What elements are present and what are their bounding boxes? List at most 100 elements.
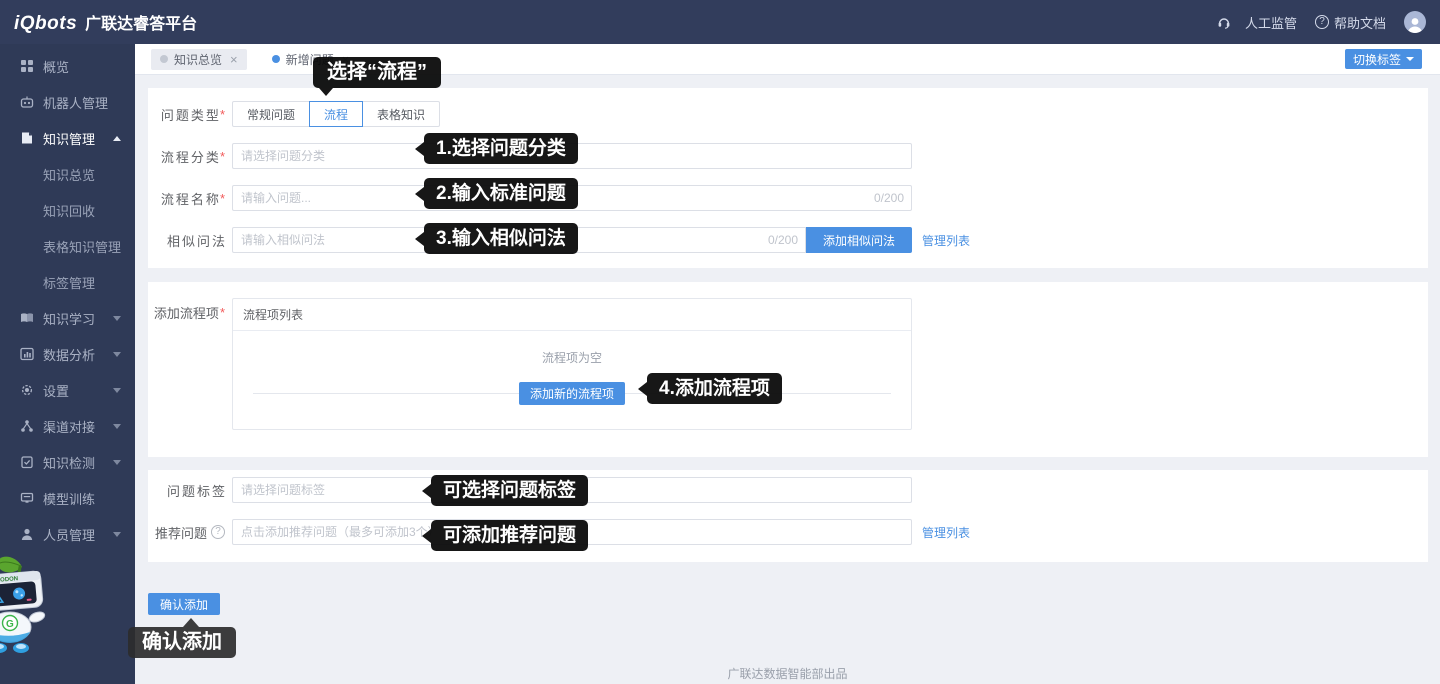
arrow-left-icon bbox=[422, 484, 431, 498]
sidebar-subitem-knowledge-overview[interactable]: 知识总览 bbox=[0, 156, 135, 192]
footer-credit: 广联达数据智能部出品 bbox=[135, 665, 1440, 682]
add-similar-question-button[interactable]: 添加相似问法 bbox=[806, 227, 912, 253]
process-list-title: 流程项列表 bbox=[233, 299, 911, 331]
sidebar-subitem-knowledge-recycle[interactable]: 知识回收 bbox=[0, 192, 135, 228]
tab-label: 知识总览 bbox=[174, 51, 222, 68]
help-docs-label: 帮助文档 bbox=[1334, 13, 1386, 32]
process-items-box: 流程项列表 流程项为空 添加新的流程项 bbox=[232, 298, 912, 430]
gear-icon bbox=[20, 383, 34, 397]
question-type-row: 问题类型* 常规问题 流程 表格知识 bbox=[148, 101, 1428, 127]
question-tags-row: 问题标签 bbox=[148, 477, 1428, 503]
help-docs-button[interactable]: 帮助文档 bbox=[1315, 13, 1386, 32]
headset-icon bbox=[1217, 15, 1231, 29]
sidebar-item-personnel-management[interactable]: 人员管理 bbox=[0, 516, 135, 552]
arrow-left-icon bbox=[422, 529, 431, 543]
question-circle-icon bbox=[1315, 15, 1329, 29]
recommend-question-row: 推荐问题 管理列表 bbox=[148, 519, 1428, 545]
annotation-step1: 1.选择问题分类 bbox=[424, 133, 578, 164]
option-process[interactable]: 流程 bbox=[309, 101, 363, 127]
similar-question-row: 相似问法 0/200 添加相似问法 管理列表 bbox=[148, 227, 1428, 253]
chevron-down-icon bbox=[113, 424, 121, 429]
add-process-item-button[interactable]: 添加新的流程项 bbox=[519, 382, 625, 405]
manage-recommend-list-link[interactable]: 管理列表 bbox=[922, 524, 970, 541]
process-name-label: 流程名称* bbox=[148, 189, 225, 208]
app-logo: iQbots 广联达睿答平台 bbox=[14, 10, 197, 35]
char-counter: 0/200 bbox=[874, 185, 904, 211]
tab-status-dot bbox=[160, 55, 168, 63]
chart-icon bbox=[20, 347, 34, 361]
annotation-tags: 可选择问题标签 bbox=[431, 475, 588, 506]
annotation-recommend: 可添加推荐问题 bbox=[431, 520, 588, 551]
tab-status-dot bbox=[272, 55, 280, 63]
sidebar-item-knowledge-detection[interactable]: 知识检测 bbox=[0, 444, 135, 480]
sidebar-item-data-analysis[interactable]: 数据分析 bbox=[0, 336, 135, 372]
sidebar-subitem-label: 表格知识管理 bbox=[43, 237, 121, 256]
sidebar-item-label: 设置 bbox=[43, 381, 69, 400]
sidebar-subitem-label: 标签管理 bbox=[43, 273, 95, 292]
robot-icon bbox=[20, 95, 34, 109]
sidebar-subitem-label: 知识总览 bbox=[43, 165, 95, 184]
sidebar-item-knowledge-management[interactable]: 知识管理 bbox=[0, 120, 135, 156]
recommend-question-label: 推荐问题 bbox=[148, 523, 225, 542]
sidebar-item-label: 人员管理 bbox=[43, 525, 95, 544]
sidebar-item-channel-integration[interactable]: 渠道对接 bbox=[0, 408, 135, 444]
question-type-label: 问题类型* bbox=[148, 105, 225, 124]
user-avatar[interactable] bbox=[1404, 11, 1426, 33]
sidebar-item-model-training[interactable]: 模型训练 bbox=[0, 480, 135, 516]
process-items-label: 添加流程项* bbox=[148, 303, 225, 322]
manual-review-label: 人工监管 bbox=[1245, 13, 1297, 32]
sidebar-subitem-tag-management[interactable]: 标签管理 bbox=[0, 264, 135, 300]
sidebar-item-label: 知识管理 bbox=[43, 129, 95, 148]
chevron-down-icon bbox=[113, 532, 121, 537]
annotation-select-process: 选择“流程” bbox=[313, 57, 441, 88]
share-nodes-icon bbox=[20, 419, 34, 433]
process-name-row: 流程名称* 0/200 bbox=[148, 185, 1428, 211]
required-mark: * bbox=[220, 149, 225, 164]
question-tags-label: 问题标签 bbox=[148, 481, 225, 500]
open-book-icon bbox=[20, 311, 34, 325]
option-table-knowledge[interactable]: 表格知识 bbox=[362, 101, 440, 127]
sidebar-subitem-table-knowledge[interactable]: 表格知识管理 bbox=[0, 228, 135, 264]
switch-tag-button[interactable]: 切换标签 bbox=[1345, 49, 1422, 69]
confirm-add-button[interactable]: 确认添加 bbox=[148, 593, 220, 615]
chevron-down-icon bbox=[113, 388, 121, 393]
sidebar-item-label: 模型训练 bbox=[43, 489, 95, 508]
close-icon[interactable]: × bbox=[230, 53, 238, 66]
sidebar-item-label: 知识检测 bbox=[43, 453, 95, 472]
char-counter: 0/200 bbox=[768, 227, 798, 253]
user-icon bbox=[20, 527, 34, 541]
sidebar-item-label: 数据分析 bbox=[43, 345, 95, 364]
sidebar-item-robot-management[interactable]: 机器人管理 bbox=[0, 84, 135, 120]
required-mark: * bbox=[220, 107, 225, 122]
process-items-panel: 添加流程项* 流程项列表 流程项为空 添加新的流程项 bbox=[148, 282, 1428, 457]
arrow-left-icon bbox=[415, 187, 424, 201]
clipboard-check-icon bbox=[20, 455, 34, 469]
required-mark: * bbox=[220, 191, 225, 206]
question-extra-panel: 问题标签 推荐问题 管理列表 bbox=[148, 470, 1428, 562]
mascot-robot-image: GLODON G bbox=[0, 553, 68, 658]
tab-knowledge-overview[interactable]: 知识总览 × bbox=[151, 49, 247, 70]
chevron-down-icon bbox=[113, 316, 121, 321]
sidebar-item-label: 知识学习 bbox=[43, 309, 95, 328]
sidebar-item-settings[interactable]: 设置 bbox=[0, 372, 135, 408]
annotation-step4: 4.添加流程项 bbox=[647, 373, 782, 404]
arrow-left-icon bbox=[415, 232, 424, 246]
switch-tag-label: 切换标签 bbox=[1353, 51, 1401, 68]
book-icon bbox=[20, 131, 34, 145]
manage-similar-list-link[interactable]: 管理列表 bbox=[922, 232, 970, 249]
monitor-icon bbox=[20, 491, 34, 505]
chevron-down-icon bbox=[113, 352, 121, 357]
question-type-options: 常规问题 流程 表格知识 bbox=[232, 101, 440, 127]
chevron-up-icon bbox=[113, 136, 121, 141]
similar-question-label: 相似问法 bbox=[148, 231, 225, 250]
sidebar-item-knowledge-learning[interactable]: 知识学习 bbox=[0, 300, 135, 336]
sidebar-subitem-label: 知识回收 bbox=[43, 201, 95, 220]
manual-review-button[interactable]: 人工监管 bbox=[1217, 13, 1297, 32]
annotation-step3: 3.输入相似问法 bbox=[424, 223, 578, 254]
option-regular-question[interactable]: 常规问题 bbox=[232, 101, 310, 127]
sidebar-item-label: 渠道对接 bbox=[43, 417, 95, 436]
sidebar-item-overview[interactable]: 概览 bbox=[0, 48, 135, 84]
svg-text:G: G bbox=[6, 619, 14, 630]
annotation-confirm: 确认添加 bbox=[128, 627, 236, 658]
annotation-step2: 2.输入标准问题 bbox=[424, 178, 578, 209]
